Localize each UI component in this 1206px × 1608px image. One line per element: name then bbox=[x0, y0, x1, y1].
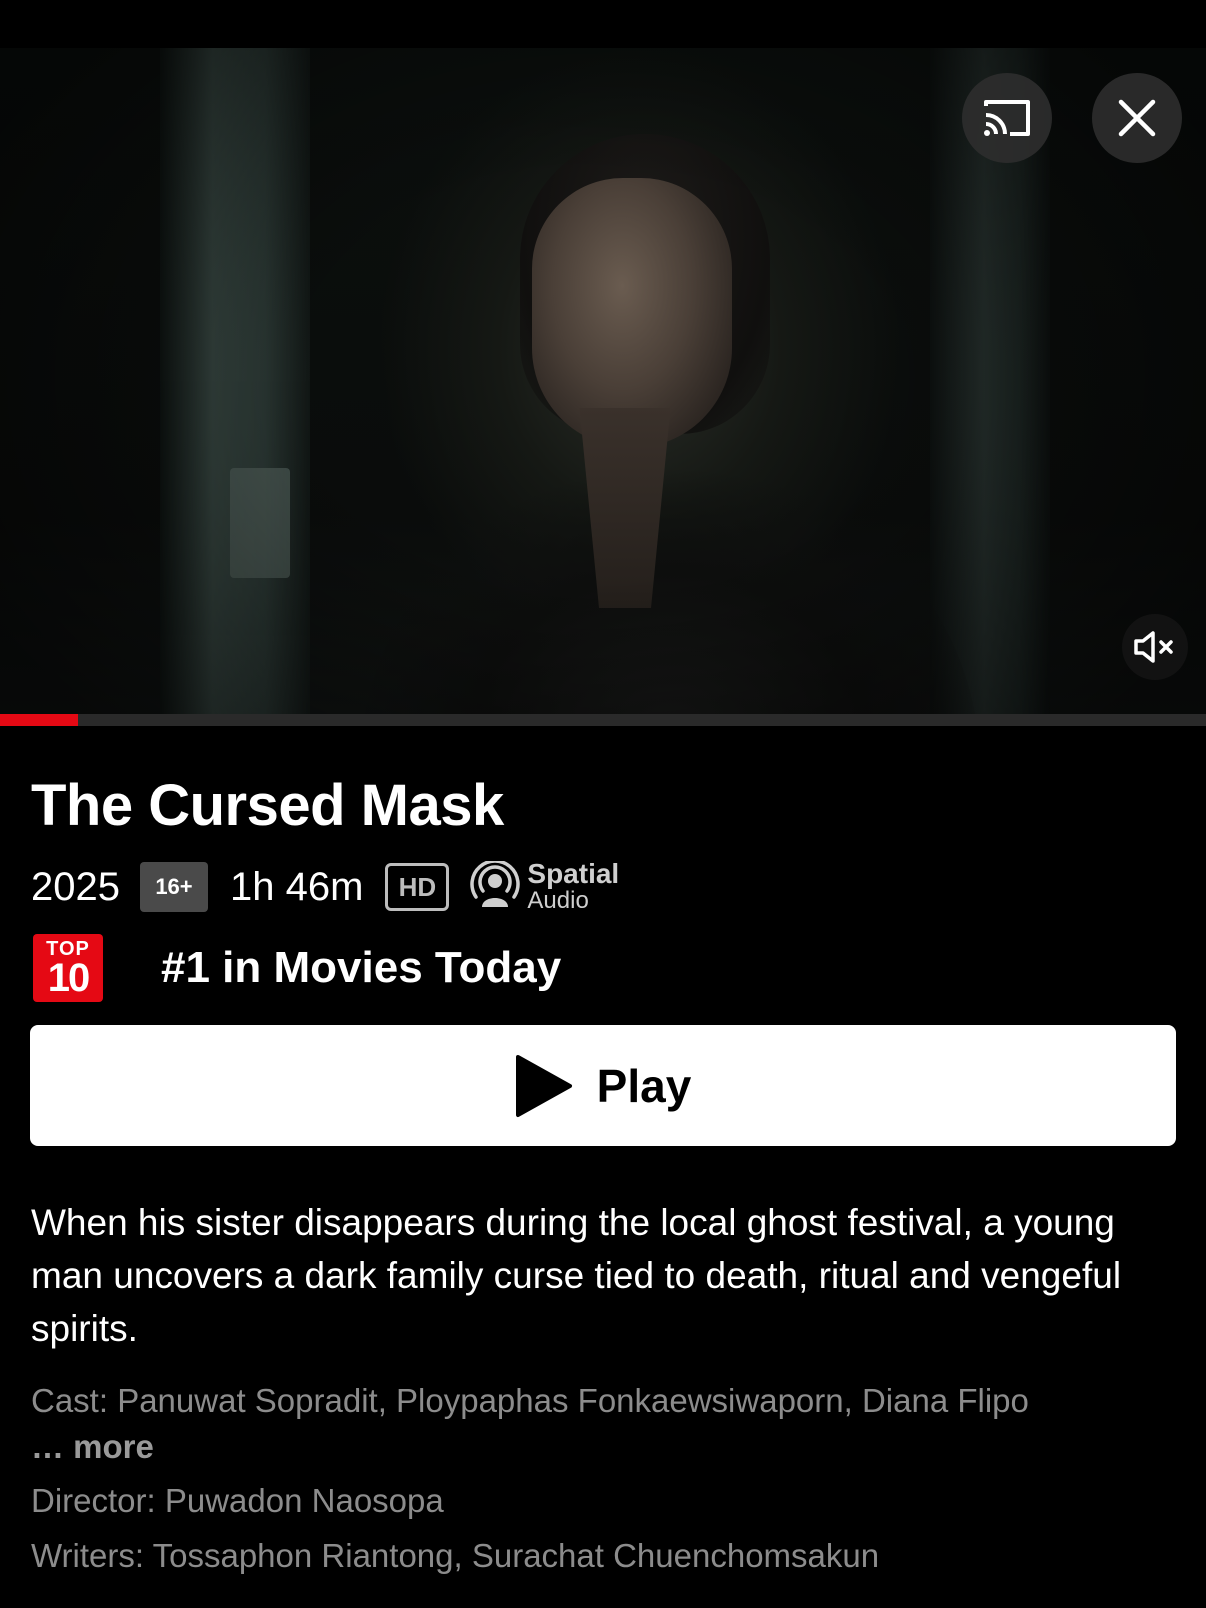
spatial-audio-badge: Spatial Audio bbox=[469, 860, 619, 914]
top10-ranking: TOP 10 #1 in Movies Today bbox=[33, 934, 561, 1002]
maturity-rating-badge: 16+ bbox=[139, 862, 208, 912]
play-button[interactable]: Play bbox=[30, 1025, 1176, 1146]
synopsis: When his sister disappears during the lo… bbox=[31, 1202, 1122, 1349]
more-cast-link[interactable]: … more bbox=[31, 1428, 1191, 1466]
metadata-row: 2025 16+ 1h 46m HD Spatial Audio bbox=[31, 860, 619, 915]
close-button[interactable] bbox=[1092, 73, 1182, 163]
spatial-audio-icon bbox=[470, 861, 521, 907]
video-progress-fill bbox=[0, 714, 79, 726]
muted-speaker-icon bbox=[1134, 631, 1173, 663]
top10-badge-icon: TOP 10 bbox=[33, 934, 103, 1002]
play-icon bbox=[515, 1054, 572, 1117]
director-line: Director: Puwadon Naosopa bbox=[31, 1482, 444, 1519]
mute-toggle-button[interactable] bbox=[1122, 614, 1188, 680]
play-button-label: Play bbox=[596, 1059, 692, 1112]
cast-button[interactable] bbox=[962, 73, 1052, 163]
movie-title: The Cursed Mask bbox=[31, 773, 504, 838]
release-year: 2025 bbox=[31, 864, 120, 909]
cast-icon bbox=[984, 100, 1030, 136]
cast-list: Cast: Panuwat Sopradit, Ploypaphas Fonka… bbox=[31, 1382, 1029, 1419]
video-progress-bar[interactable] bbox=[0, 714, 1206, 726]
close-icon bbox=[1118, 99, 1156, 137]
writers-line: Writers: Tossaphon Riantong, Surachat Ch… bbox=[31, 1537, 880, 1574]
hd-badge: HD bbox=[385, 863, 450, 911]
runtime: 1h 46m bbox=[229, 864, 364, 909]
ranking-text: #1 in Movies Today bbox=[161, 943, 562, 992]
